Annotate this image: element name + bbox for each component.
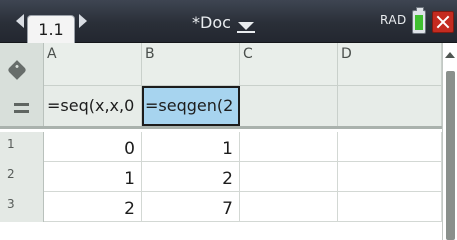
triangle-left-icon[interactable] [16,14,24,28]
formula-cell-c[interactable] [240,86,338,126]
vertical-scrollbar[interactable] [442,43,457,240]
table-row: 2 1 2 [0,162,442,192]
table-row: 3 2 7 [0,192,442,222]
row-header[interactable]: 1 [0,132,44,162]
chevron-down-icon[interactable] [238,22,254,30]
table-cell[interactable] [240,162,338,192]
column-header-c[interactable]: C [240,43,338,86]
table-cell[interactable] [338,192,442,222]
table-cell[interactable] [338,162,442,192]
close-icon[interactable] [432,11,454,33]
column-header-d[interactable]: D [338,43,442,86]
table-cell[interactable]: 1 [44,162,142,192]
formula-cell-a[interactable]: =seq(x,x,0 [44,86,142,126]
page-tab[interactable]: 1.1 [27,15,75,43]
formula-cell-b[interactable]: =seqgen(2 [142,86,240,126]
formula-cell-d[interactable] [338,86,442,126]
table-cell[interactable] [240,132,338,162]
table-cell[interactable]: 2 [44,192,142,222]
column-header-row: A B C D [0,43,442,86]
table-cell[interactable] [240,192,338,222]
spreadsheet-grid: A B C D =seq(x,x,0 =seqgen(2 1 0 1 2 1 2… [0,43,457,240]
table-cell[interactable]: 1 [142,132,240,162]
tag-icon [7,60,27,80]
column-header-a[interactable]: A [44,43,142,86]
table-row: 1 0 1 [0,132,442,162]
equals-icon [14,103,29,113]
scrollbar-thumb[interactable] [446,71,455,240]
title-bar: 1.1 *Doc RAD [0,0,457,43]
column-header-corner[interactable] [0,43,44,86]
triangle-right-icon[interactable] [79,14,87,28]
table-cell[interactable]: 7 [142,192,240,222]
document-title[interactable]: *Doc [192,13,231,32]
row-header[interactable]: 2 [0,162,44,192]
angle-mode-indicator: RAD [380,13,407,27]
table-cell[interactable]: 2 [142,162,240,192]
formula-row-header [0,86,44,126]
column-header-b[interactable]: B [142,43,240,86]
table-cell[interactable]: 0 [44,132,142,162]
battery-icon [412,7,426,34]
formula-row: =seq(x,x,0 =seqgen(2 [0,86,442,129]
table-cell[interactable] [338,132,442,162]
row-header[interactable]: 3 [0,192,44,222]
menu-underline [237,31,255,33]
scroll-up-icon[interactable] [445,52,455,58]
